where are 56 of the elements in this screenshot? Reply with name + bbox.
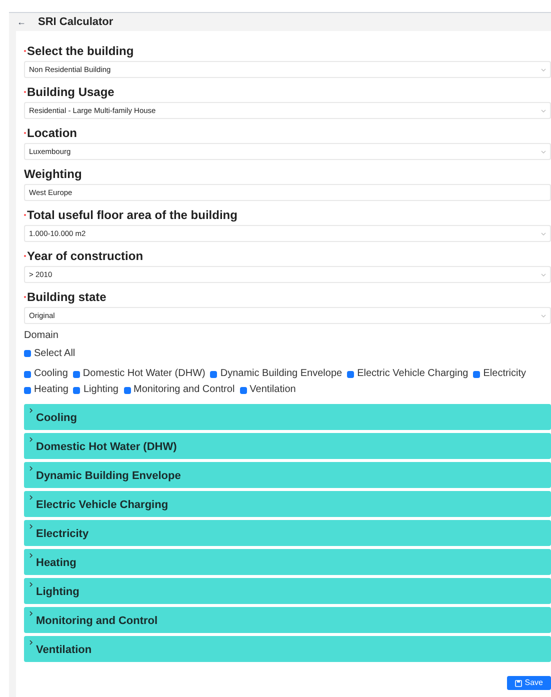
- checkbox[interactable]: [24, 350, 31, 357]
- chevron-icon: [29, 611, 33, 616]
- chevron-down-icon: [541, 68, 546, 72]
- checkbox-label: Monitoring and Control: [134, 383, 235, 397]
- accordion-header[interactable]: Dynamic Building Envelope: [24, 462, 551, 488]
- chevron-down-icon: [541, 150, 546, 154]
- checkbox-label: Heating: [34, 383, 68, 397]
- chevron-down-icon: [541, 314, 546, 318]
- chevron-icon: [29, 466, 33, 471]
- accordion-header[interactable]: Electricity: [24, 520, 551, 546]
- checkbox-label: Cooling: [34, 367, 68, 381]
- chevron-icon: [29, 640, 33, 645]
- chevron-icon: [29, 524, 33, 529]
- field-label: Location: [27, 125, 77, 142]
- checkbox[interactable]: [210, 370, 218, 378]
- chevron-down-icon: [541, 232, 546, 236]
- back-button[interactable]: ←: [17, 18, 26, 26]
- accordion-header[interactable]: Lighting: [24, 578, 551, 604]
- field-label: Year of construction: [27, 248, 144, 265]
- chevron-down-icon: [541, 108, 546, 112]
- page-title: SRI Calculator: [38, 14, 114, 30]
- accordion-header[interactable]: Cooling: [24, 404, 551, 430]
- save-icon: [514, 680, 522, 686]
- chevron-icon: [29, 408, 33, 413]
- field-label: Building state: [27, 289, 106, 306]
- field-label: Weighting: [24, 166, 82, 183]
- checkbox-label: Ventilation: [250, 383, 296, 397]
- checkbox-label: Domestic Hot Water (DHW): [82, 367, 206, 381]
- accordion-header[interactable]: Monitoring and Control: [24, 607, 551, 633]
- save-button[interactable]: Save: [506, 676, 551, 690]
- checkbox[interactable]: [24, 386, 31, 394]
- checkbox[interactable]: [473, 370, 480, 378]
- checkbox[interactable]: [240, 386, 247, 394]
- checkbox-label: Dynamic Building Envelope: [220, 367, 342, 381]
- checkbox[interactable]: [24, 370, 31, 378]
- chevron-down-icon: [541, 272, 546, 276]
- accordion-header[interactable]: Electric Vehicle Charging: [24, 491, 551, 517]
- checkbox[interactable]: [73, 386, 80, 394]
- checkbox-label: Select All: [34, 347, 76, 361]
- field-label: Building Usage: [27, 84, 114, 101]
- checkbox[interactable]: [347, 370, 354, 378]
- checkbox-label: Electric Vehicle Charging: [357, 367, 468, 381]
- checkbox[interactable]: [124, 386, 130, 394]
- checkbox-label: Electricity: [483, 367, 526, 381]
- accordion-header[interactable]: Domestic Hot Water (DHW): [24, 433, 551, 459]
- chevron-icon: [29, 582, 33, 587]
- accordion-header[interactable]: Ventilation: [24, 636, 551, 662]
- field-label: Select the building: [27, 43, 134, 60]
- checkbox[interactable]: [72, 370, 80, 378]
- accordion-header[interactable]: Heating: [24, 549, 551, 575]
- chevron-icon: [29, 553, 33, 558]
- field-label: Total useful floor area of the building: [27, 207, 238, 224]
- chevron-icon: [29, 437, 33, 442]
- chevron-icon: [29, 495, 33, 500]
- checkbox-label: Lighting: [83, 383, 118, 397]
- domain-label: Domain: [24, 329, 60, 343]
